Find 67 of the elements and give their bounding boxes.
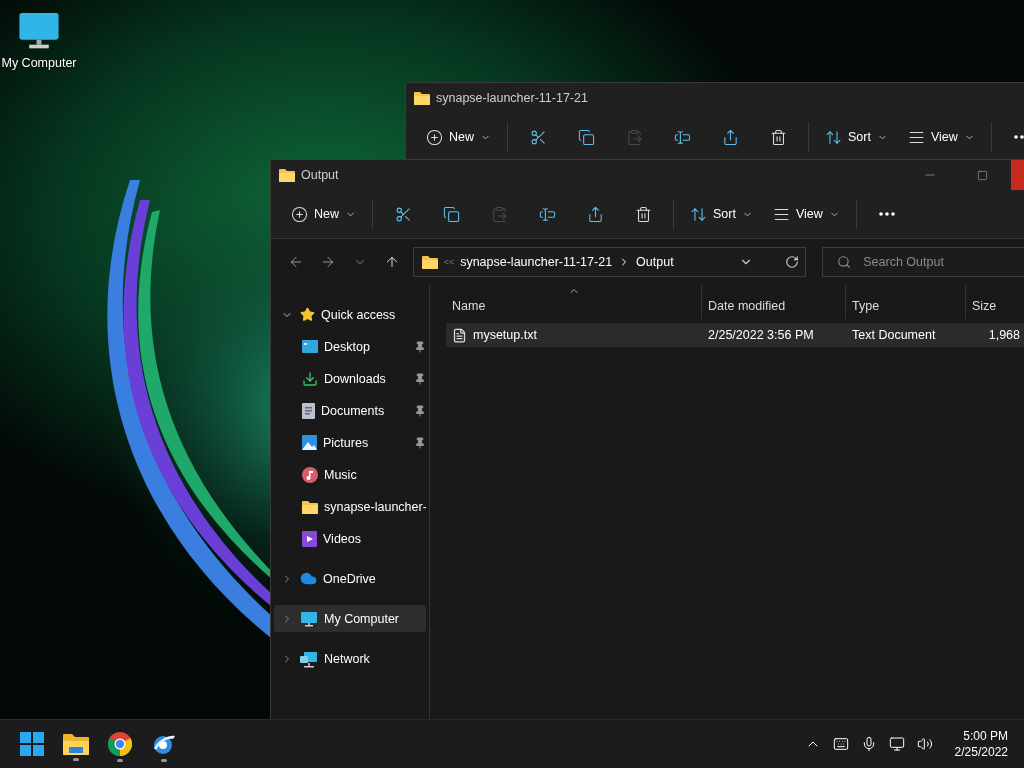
computer-icon bbox=[300, 609, 318, 628]
table-cell-text: 1,968 bbox=[987, 328, 1020, 342]
file-row[interactable]: mysetup.txt 2/25/2022 3:56 PM Text Document 1,968 bbox=[446, 323, 1024, 347]
star-icon bbox=[300, 307, 315, 322]
chrome-icon bbox=[108, 732, 132, 756]
search-icon bbox=[837, 255, 852, 269]
table-cell-text: 2/25/2022 3:56 PM bbox=[707, 328, 815, 342]
view-button[interactable]: View bbox=[901, 120, 981, 154]
sidebar-item[interactable]: synapse-launcher- bbox=[274, 493, 426, 520]
tray-button[interactable] bbox=[832, 736, 849, 752]
address-bar[interactable]: << synapse-launcher-11-17-21 Output bbox=[412, 247, 807, 277]
music-icon bbox=[302, 466, 318, 483]
column-header[interactable]: Size bbox=[966, 285, 1024, 319]
maximize-icon bbox=[976, 169, 988, 181]
table-cell-text: Text Document bbox=[851, 328, 937, 342]
video-icon bbox=[302, 530, 317, 547]
overflow-mark[interactable]: << bbox=[443, 257, 455, 267]
file-icon bbox=[452, 327, 467, 343]
sidebar-item[interactable]: Videos bbox=[274, 525, 426, 552]
sidebar-item[interactable]: Pictures bbox=[274, 429, 426, 456]
pin-icon bbox=[414, 436, 426, 449]
column-header[interactable]: Date modified bbox=[702, 285, 846, 319]
pin-icon bbox=[414, 404, 426, 417]
running-indicator bbox=[73, 758, 79, 761]
running-indicator bbox=[117, 759, 123, 762]
desktop-icon bbox=[302, 339, 318, 354]
sidebar-item[interactable]: Music bbox=[274, 461, 426, 488]
folder-icon bbox=[279, 168, 295, 182]
volume-icon bbox=[916, 736, 933, 752]
document-icon bbox=[302, 402, 315, 419]
sidebar-item[interactable]: Network bbox=[274, 645, 426, 672]
keyboard-icon bbox=[832, 736, 849, 752]
explorer-window: Output New Sort View << synapse-launcher-11-17-21 Output Search Output Quick access Desktop Downloads Documents Pictures Music synapse-launcher- Videos OneDrive My Computer Network Name Date modified Type Size mysetup.txt 2/25/2022 3:56 PM Text Document 1,968 bbox=[270, 159, 1024, 719]
folder-icon bbox=[421, 255, 438, 269]
folder-icon bbox=[302, 499, 318, 514]
desktop-shortcut[interactable]: My Computer bbox=[0, 8, 78, 70]
file-name: mysetup.txt bbox=[473, 328, 538, 342]
download-icon bbox=[302, 370, 318, 387]
folder-icon bbox=[63, 733, 89, 755]
sidebar-item[interactable]: My Computer bbox=[274, 605, 426, 632]
start-icon bbox=[20, 732, 44, 756]
image-icon bbox=[302, 435, 317, 450]
breadcrumb[interactable]: Output bbox=[636, 255, 674, 269]
clock-time: 5:00 PM bbox=[963, 728, 1008, 744]
sidebar-item[interactable]: Desktop bbox=[274, 333, 426, 360]
sort-button[interactable]: Sort bbox=[819, 120, 894, 154]
sidebar-item[interactable]: Downloads bbox=[274, 365, 426, 392]
new-button[interactable]: New bbox=[420, 120, 497, 154]
search-input[interactable]: Search Output bbox=[861, 254, 1024, 270]
column-header[interactable]: Type bbox=[846, 285, 966, 319]
folder-icon bbox=[414, 91, 430, 105]
refresh-icon[interactable] bbox=[785, 255, 800, 269]
view-button[interactable]: View bbox=[766, 197, 846, 231]
sidebar-item[interactable]: Quick access bbox=[274, 301, 426, 328]
clock-date: 2/25/2022 bbox=[954, 744, 1008, 760]
breadcrumb[interactable]: synapse-launcher-11-17-21 bbox=[460, 255, 613, 269]
new-button[interactable]: New bbox=[285, 197, 362, 231]
pin-icon bbox=[414, 340, 426, 353]
running-indicator bbox=[161, 759, 167, 762]
search-field[interactable]: Search Output bbox=[822, 247, 1024, 277]
sort-button[interactable]: Sort bbox=[684, 197, 759, 231]
tray-button[interactable] bbox=[916, 736, 933, 752]
column-header[interactable]: Name bbox=[446, 285, 702, 319]
pin-icon bbox=[414, 372, 426, 385]
cloud-icon bbox=[300, 570, 317, 587]
sidebar-item[interactable]: Documents bbox=[274, 397, 426, 424]
sidebar-item[interactable]: OneDrive bbox=[274, 565, 426, 592]
